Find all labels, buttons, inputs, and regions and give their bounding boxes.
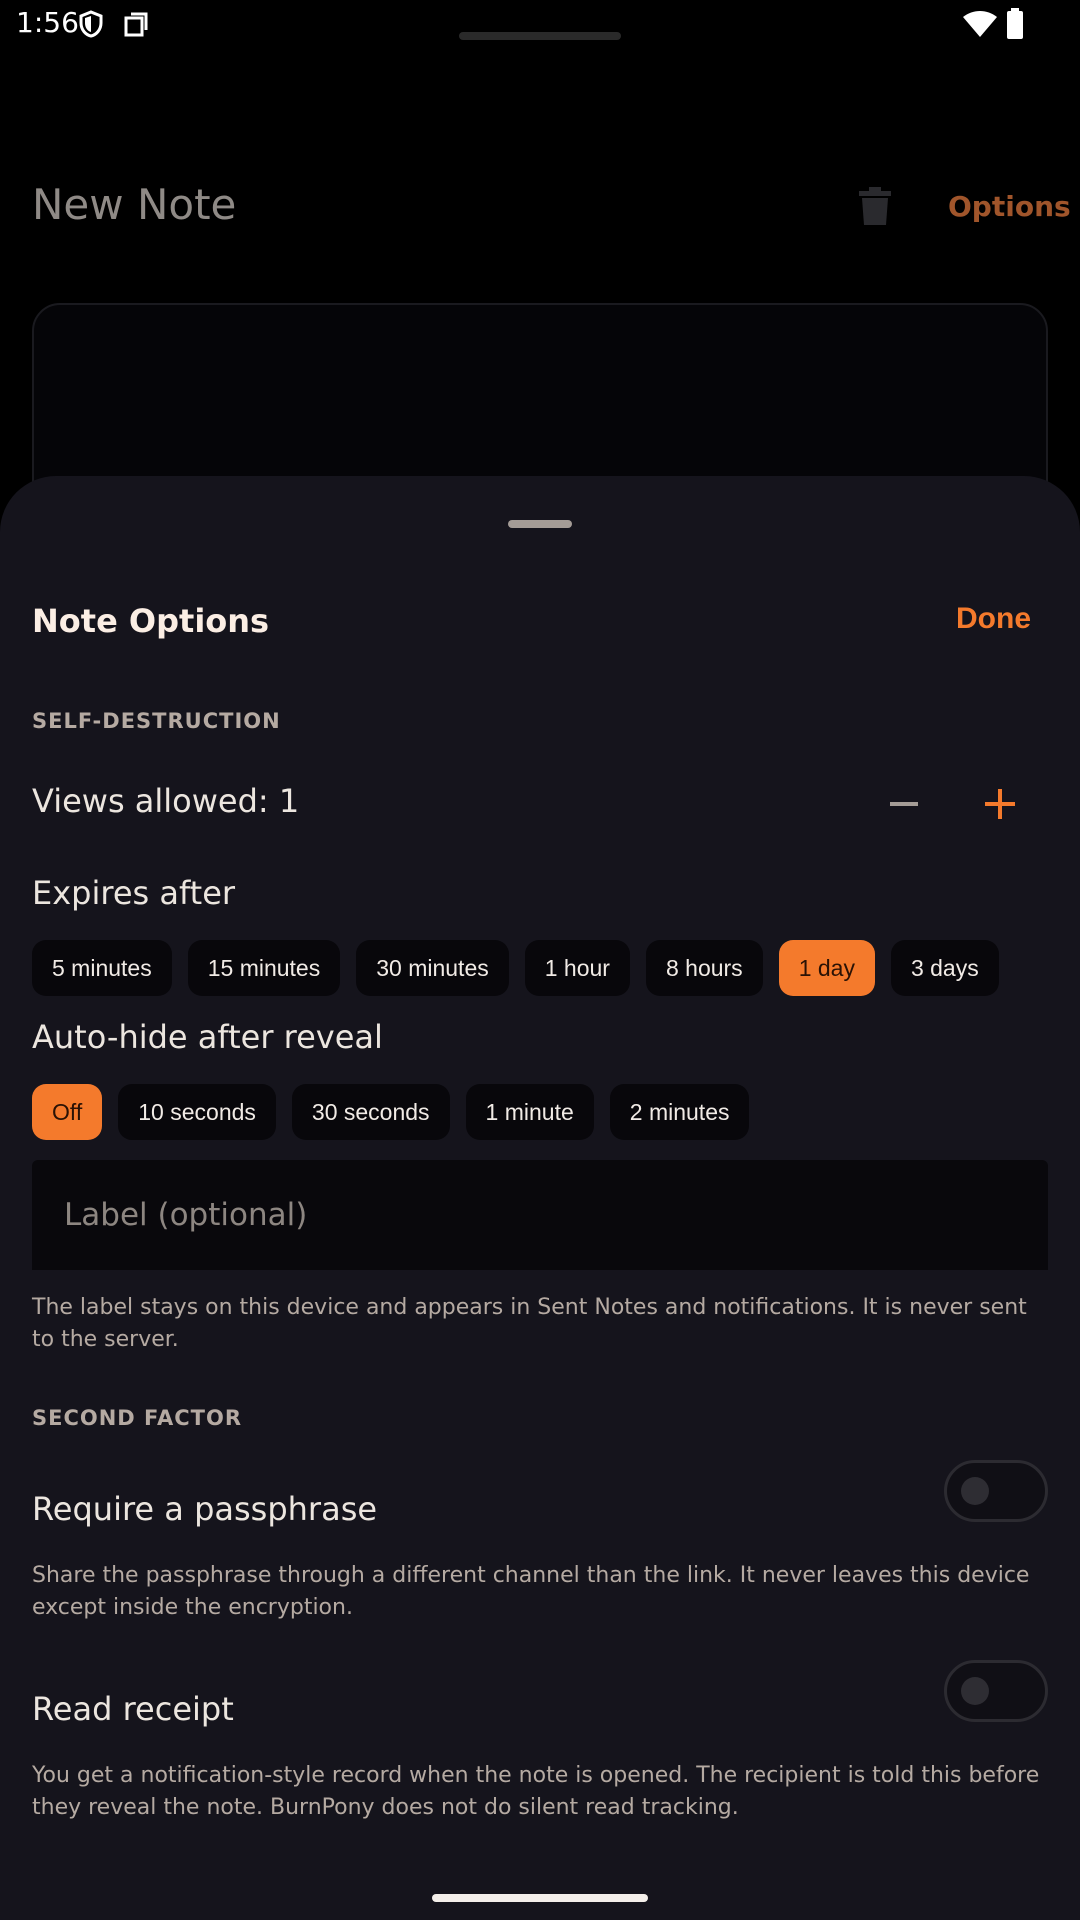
wifi-icon [963, 11, 997, 37]
plus-icon [985, 789, 1015, 819]
page-title: New Note [32, 180, 237, 229]
battery-icon [1007, 8, 1023, 39]
passphrase-label: Require a passphrase [32, 1490, 378, 1528]
auto-hide-chip[interactable]: Off [32, 1084, 103, 1140]
section-header-second-factor: SECOND FACTOR [32, 1406, 242, 1430]
minus-icon [890, 802, 918, 806]
auto-hide-label: Auto-hide after reveal [32, 1018, 383, 1056]
home-indicator[interactable] [432, 1894, 648, 1902]
toggle-knob [961, 1677, 989, 1705]
read-receipt-label: Read receipt [32, 1690, 234, 1728]
screen: 1:56 New Note Options Note Options Done … [0, 0, 1080, 1920]
read-receipt-help-text: You get a notification-style record when… [32, 1763, 1040, 1820]
done-button[interactable]: Done [956, 602, 1031, 636]
auto-hide-chip[interactable]: 1 minute [465, 1084, 594, 1140]
expires-chip[interactable]: 8 hours [645, 940, 763, 996]
increment-views-button[interactable] [976, 780, 1024, 828]
auto-hide-chip[interactable]: 2 minutes [609, 1084, 750, 1140]
auto-hide-chip[interactable]: 30 seconds [291, 1084, 450, 1140]
status-time: 1:56 [16, 6, 79, 39]
status-bar: 1:56 [0, 0, 1080, 48]
auto-hide-chip[interactable]: 10 seconds [118, 1084, 276, 1140]
expires-chip[interactable]: 5 minutes [32, 940, 172, 996]
read-receipt-toggle[interactable] [944, 1660, 1048, 1722]
expires-chip[interactable]: 3 days [890, 940, 999, 996]
expires-chip-row: 5 minutes 15 minutes 30 minutes 1 hour 8… [32, 940, 1048, 996]
expires-chip[interactable]: 30 minutes [356, 940, 509, 996]
toggle-knob [961, 1477, 989, 1505]
label-help-text: The label stays on this device and appea… [32, 1295, 1027, 1352]
expires-chip[interactable]: 15 minutes [187, 940, 341, 996]
label-input[interactable] [32, 1160, 1048, 1270]
shield-icon [79, 10, 103, 38]
sim-icon [124, 12, 148, 37]
camera-notch [459, 32, 621, 40]
views-allowed-label: Views allowed: 1 [32, 782, 300, 820]
drag-handle[interactable] [508, 520, 572, 528]
auto-hide-chip-row: Off 10 seconds 30 seconds 1 minute 2 min… [32, 1084, 1048, 1140]
passphrase-help-text: Share the passphrase through a different… [32, 1563, 1030, 1620]
expires-chip[interactable]: 1 day [778, 940, 875, 996]
expires-after-label: Expires after [32, 874, 236, 912]
note-options-sheet: Note Options Done SELF-DESTRUCTION Views… [0, 476, 1080, 1920]
trash-icon[interactable] [858, 186, 892, 226]
decrement-views-button[interactable] [880, 780, 928, 828]
sheet-title: Note Options [32, 602, 270, 640]
section-header-self-destruction: SELF-DESTRUCTION [32, 709, 281, 733]
expires-chip[interactable]: 1 hour [524, 940, 630, 996]
options-link[interactable]: Options [948, 190, 1071, 223]
passphrase-toggle[interactable] [944, 1460, 1048, 1522]
